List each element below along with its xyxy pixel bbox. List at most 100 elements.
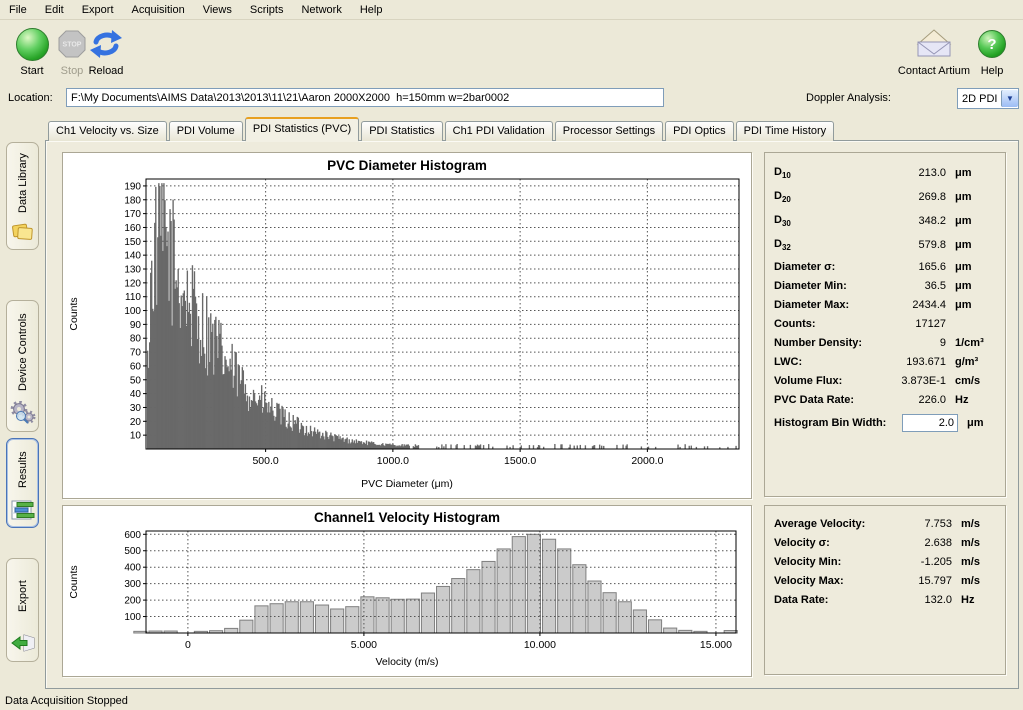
stat-row: Velocity Max:15.797m/s bbox=[774, 571, 995, 590]
svg-text:150: 150 bbox=[124, 237, 141, 248]
sidebar-item-label: Data Library bbox=[17, 149, 29, 217]
svg-text:90: 90 bbox=[130, 320, 142, 331]
stat-row: Volume Flux:3.873E-1cm/s bbox=[774, 371, 995, 390]
stat-value: 2.638 bbox=[896, 537, 952, 549]
sidebar-item-label: Results bbox=[17, 445, 29, 495]
location-label: Location: bbox=[8, 92, 53, 104]
menu-item-network[interactable]: Network bbox=[292, 2, 350, 18]
menu-item-acquisition[interactable]: Acquisition bbox=[123, 2, 194, 18]
stat-value: 579.8 bbox=[884, 239, 946, 251]
tab-pdi-time-history[interactable]: PDI Time History bbox=[736, 121, 835, 141]
stat-unit: μm bbox=[946, 261, 995, 273]
histogram-bin-width-input[interactable] bbox=[902, 414, 958, 432]
stat-label: LWC: bbox=[774, 356, 884, 368]
tab-pdi-statistics-pvc[interactable]: PDI Statistics (PVC) bbox=[245, 117, 359, 141]
svg-text:2000.0: 2000.0 bbox=[631, 455, 663, 467]
stat-row: PVC Data Rate:226.0Hz bbox=[774, 390, 995, 409]
svg-text:100: 100 bbox=[124, 612, 141, 623]
svg-text:Counts: Counts bbox=[68, 565, 80, 598]
diameter-statistics-panel: D10213.0 μm D20269.8μmD30348.2μmD32579.8μm… bbox=[764, 152, 1006, 497]
doppler-analysis-select[interactable]: 2D PDI ▼ bbox=[957, 88, 1019, 109]
stat-row: Velocity Min:-1.205m/s bbox=[774, 552, 995, 571]
sidebar-item-label: Export bbox=[17, 565, 29, 627]
histogram-bin-width-row: Histogram Bin Width:μm bbox=[774, 411, 995, 435]
tab-ch1-velocity-vs-size[interactable]: Ch1 Velocity vs. Size bbox=[48, 121, 167, 141]
svg-text:110: 110 bbox=[125, 292, 141, 303]
help-icon: ? bbox=[978, 30, 1006, 58]
stat-row: Data Rate:132.0Hz bbox=[774, 590, 995, 609]
menu-item-file[interactable]: File bbox=[0, 2, 36, 18]
svg-text:100: 100 bbox=[124, 306, 141, 317]
start-icon bbox=[16, 28, 49, 61]
help-button[interactable]: ? Help bbox=[968, 26, 1016, 77]
stat-value: 193.671 bbox=[884, 356, 946, 368]
stat-label: Diameter Max: bbox=[774, 299, 884, 311]
sidebar-item-device-controls[interactable]: Device Controls bbox=[6, 300, 39, 432]
svg-text:20: 20 bbox=[130, 417, 142, 428]
stat-unit: Hz bbox=[946, 394, 995, 406]
stat-value: 17127 bbox=[884, 318, 946, 330]
menu-item-export[interactable]: Export bbox=[73, 2, 123, 18]
svg-text:120: 120 bbox=[124, 278, 141, 289]
location-input[interactable] bbox=[66, 88, 664, 107]
stat-label: Volume Flux: bbox=[774, 375, 884, 387]
stat-label: D10 bbox=[774, 166, 884, 180]
stat-label: Average Velocity: bbox=[774, 518, 896, 530]
contact-artium-button[interactable]: Contact Artium bbox=[896, 26, 972, 77]
stat-row: Diameter σ:165.6μm bbox=[774, 257, 995, 276]
stat-value: 213.0 bbox=[884, 167, 946, 179]
folders-icon bbox=[11, 221, 35, 243]
stat-unit: m/s bbox=[952, 556, 995, 568]
reload-button-label: Reload bbox=[80, 65, 132, 77]
stat-unit: m/s bbox=[952, 575, 995, 587]
chevron-down-icon[interactable]: ▼ bbox=[1001, 90, 1018, 107]
svg-text:500.0: 500.0 bbox=[252, 455, 278, 467]
stat-row: D20269.8μm bbox=[774, 185, 995, 209]
stat-row: Average Velocity:7.753m/s bbox=[774, 514, 995, 533]
stat-row: D30348.2μm bbox=[774, 209, 995, 233]
svg-text:500: 500 bbox=[124, 546, 141, 557]
reload-button[interactable]: Reload bbox=[80, 26, 132, 77]
svg-text:0: 0 bbox=[185, 639, 191, 651]
svg-text:130: 130 bbox=[124, 265, 141, 276]
tab-pdi-optics[interactable]: PDI Optics bbox=[665, 121, 734, 141]
tab-pdi-volume[interactable]: PDI Volume bbox=[169, 121, 243, 141]
stat-value: 226.0 bbox=[884, 394, 946, 406]
svg-text:60: 60 bbox=[130, 361, 142, 372]
stat-value: 36.5 bbox=[884, 280, 946, 292]
stat-value: 132.0 bbox=[896, 594, 952, 606]
menu-item-views[interactable]: Views bbox=[194, 2, 241, 18]
tab-processor-settings[interactable]: Processor Settings bbox=[555, 121, 663, 141]
contact-artium-label: Contact Artium bbox=[896, 65, 972, 77]
app-window: FileEditExportAcquisitionViewsScriptsNet… bbox=[0, 0, 1023, 710]
tab-ch1-pdi-validation[interactable]: Ch1 PDI Validation bbox=[445, 121, 553, 141]
svg-text:1000.0: 1000.0 bbox=[377, 455, 409, 467]
stat-row: Number Density:91/cm³ bbox=[774, 333, 995, 352]
stat-label: D30 bbox=[774, 214, 884, 228]
stat-row: Counts:17127 bbox=[774, 314, 995, 333]
stat-row: Velocity σ:2.638m/s bbox=[774, 533, 995, 552]
svg-text:STOP: STOP bbox=[63, 42, 82, 49]
svg-text:15.000: 15.000 bbox=[700, 639, 732, 651]
stat-label: Data Rate: bbox=[774, 594, 896, 606]
stat-unit: μm bbox=[958, 417, 995, 429]
pvc-diameter-histogram-chart: 1020304050607080901001101201301401501601… bbox=[62, 152, 752, 499]
sidebar-item-export[interactable]: Export bbox=[6, 558, 39, 662]
doppler-analysis-label: Doppler Analysis: bbox=[806, 92, 891, 104]
tab-pdi-statistics[interactable]: PDI Statistics bbox=[361, 121, 442, 141]
menu-item-scripts[interactable]: Scripts bbox=[241, 2, 293, 18]
svg-text:80: 80 bbox=[130, 334, 142, 345]
svg-text:PVC Diameter (μm): PVC Diameter (μm) bbox=[361, 478, 453, 490]
stat-unit: μm bbox=[946, 299, 995, 311]
stat-row: D32579.8μm bbox=[774, 233, 995, 257]
stat-row: LWC:193.671g/m³ bbox=[774, 352, 995, 371]
pvc-diameter-histogram-svg: 1020304050607080901001101201301401501601… bbox=[63, 153, 751, 498]
stat-unit: m/s bbox=[952, 518, 995, 530]
stat-unit: Hz bbox=[952, 594, 995, 606]
menu-item-edit[interactable]: Edit bbox=[36, 2, 73, 18]
sidebar-item-results[interactable]: Results bbox=[6, 438, 39, 528]
sidebar-item-data-library[interactable]: Data Library bbox=[6, 142, 39, 250]
menu-item-help[interactable]: Help bbox=[351, 2, 392, 18]
svg-text:1500.0: 1500.0 bbox=[504, 455, 536, 467]
stat-label: Diameter Min: bbox=[774, 280, 884, 292]
